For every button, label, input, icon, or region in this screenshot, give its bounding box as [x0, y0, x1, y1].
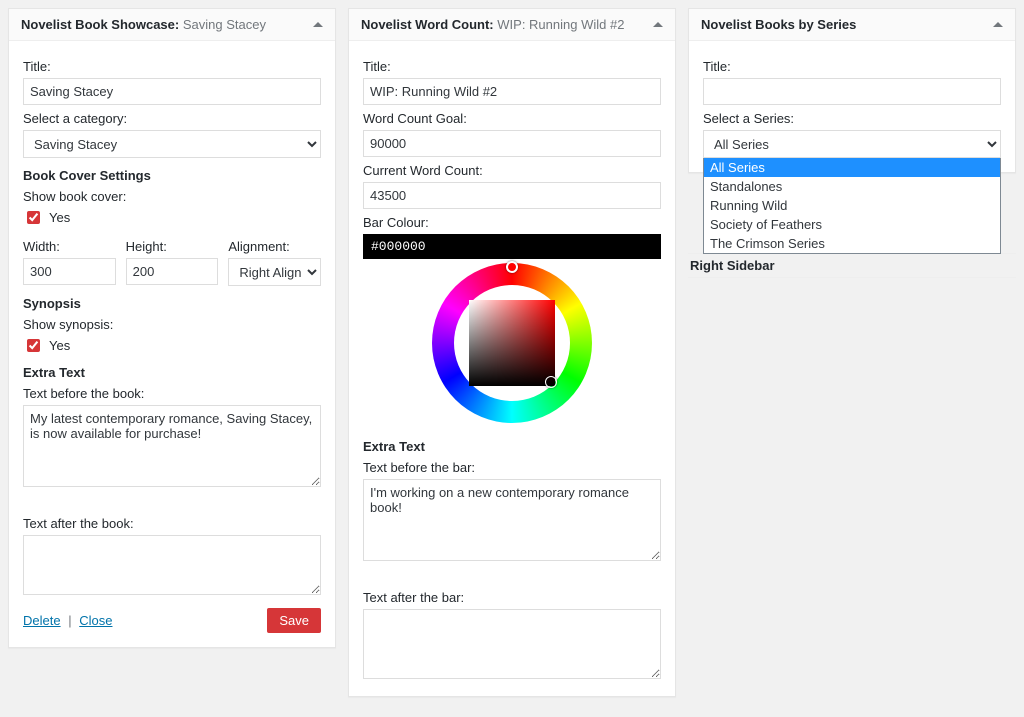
bar-colour-value[interactable]: #000000 — [363, 234, 661, 259]
collapse-icon[interactable] — [313, 22, 323, 27]
series-option[interactable]: Society of Feathers — [704, 215, 1000, 234]
category-select[interactable]: Saving Stacey — [23, 130, 321, 158]
current-input[interactable] — [363, 182, 661, 209]
delete-link[interactable]: Delete — [23, 613, 61, 628]
title-input[interactable] — [703, 78, 1001, 105]
width-label: Width: — [23, 239, 116, 254]
yes-label: Yes — [49, 210, 70, 225]
title-prefix: Novelist Book Showcase: — [21, 17, 179, 32]
alignment-label: Alignment: — [228, 239, 321, 254]
text-before-book-textarea[interactable] — [23, 405, 321, 487]
title-input[interactable] — [23, 78, 321, 105]
height-input[interactable] — [126, 258, 219, 285]
title-suffix: WIP: Running Wild #2 — [497, 17, 624, 32]
extra-text-heading: Extra Text — [23, 365, 321, 380]
text-before-bar-textarea[interactable] — [363, 479, 661, 561]
after-bar-label: Text after the bar: — [363, 590, 661, 605]
color-picker[interactable] — [363, 259, 661, 433]
sidebar-area-heading: Right Sidebar — [688, 253, 1016, 278]
widget-title: Novelist Books by Series — [701, 17, 856, 32]
title-label: Title: — [23, 59, 321, 74]
extra-text-heading: Extra Text — [363, 439, 661, 454]
text-after-book-textarea[interactable] — [23, 535, 321, 595]
cover-settings-heading: Book Cover Settings — [23, 168, 321, 183]
width-input[interactable] — [23, 258, 116, 285]
series-option[interactable]: The Crimson Series — [704, 234, 1000, 253]
show-cover-checkbox[interactable] — [27, 211, 40, 224]
widget-body: Title: Word Count Goal: Current Word Cou… — [349, 41, 675, 696]
show-synopsis-checkbox[interactable] — [27, 339, 40, 352]
after-label: Text after the book: — [23, 516, 321, 531]
close-link[interactable]: Close — [79, 613, 112, 628]
action-links: Delete | Close — [23, 613, 112, 628]
height-label: Height: — [126, 239, 219, 254]
separator: | — [68, 613, 71, 628]
show-cover-label: Show book cover: — [23, 189, 321, 204]
hue-wheel-icon[interactable] — [432, 263, 592, 423]
current-label: Current Word Count: — [363, 163, 661, 178]
save-button[interactable]: Save — [267, 608, 321, 633]
goal-label: Word Count Goal: — [363, 111, 661, 126]
title-input[interactable] — [363, 78, 661, 105]
collapse-icon[interactable] — [993, 22, 1003, 27]
series-select-wrap: All Series All Series Standalones Runnin… — [703, 130, 1001, 158]
synopsis-heading: Synopsis — [23, 296, 321, 311]
title-suffix: Saving Stacey — [183, 17, 266, 32]
title-label: Title: — [703, 59, 1001, 74]
series-dropdown-open[interactable]: All Series Standalones Running Wild Soci… — [703, 158, 1001, 254]
series-select[interactable]: All Series — [703, 130, 1001, 158]
series-option[interactable]: All Series — [704, 158, 1000, 177]
widget-body: Title: Select a Series: All Series All S… — [689, 41, 1015, 172]
goal-input[interactable] — [363, 130, 661, 157]
before-label: Text before the book: — [23, 386, 321, 401]
sv-handle[interactable] — [545, 376, 557, 388]
show-synopsis-label: Show synopsis: — [23, 317, 321, 332]
title-label: Title: — [363, 59, 661, 74]
hue-handle[interactable] — [506, 261, 518, 273]
yes-label-2: Yes — [49, 338, 70, 353]
title-prefix: Novelist Word Count: — [361, 17, 494, 32]
widget-word-count: Novelist Word Count: WIP: Running Wild #… — [348, 8, 676, 697]
widget-header[interactable]: Novelist Book Showcase: Saving Stacey — [9, 9, 335, 41]
widget-title: Novelist Book Showcase: Saving Stacey — [21, 17, 266, 32]
saturation-value-box[interactable] — [469, 300, 555, 386]
widget-header[interactable]: Novelist Word Count: WIP: Running Wild #… — [349, 9, 675, 41]
bar-colour-label: Bar Colour: — [363, 215, 661, 230]
series-option[interactable]: Running Wild — [704, 196, 1000, 215]
text-after-bar-textarea[interactable] — [363, 609, 661, 679]
alignment-select[interactable]: Right Aligned — [228, 258, 321, 286]
select-series-label: Select a Series: — [703, 111, 1001, 126]
widget-books-by-series: Novelist Books by Series Title: Select a… — [688, 8, 1016, 173]
collapse-icon[interactable] — [653, 22, 663, 27]
widget-book-showcase: Novelist Book Showcase: Saving Stacey Ti… — [8, 8, 336, 648]
series-option[interactable]: Standalones — [704, 177, 1000, 196]
widget-header[interactable]: Novelist Books by Series — [689, 9, 1015, 41]
widget-body: Title: Select a category: Saving Stacey … — [9, 41, 335, 647]
category-label: Select a category: — [23, 111, 321, 126]
before-bar-label: Text before the bar: — [363, 460, 661, 475]
widget-title: Novelist Word Count: WIP: Running Wild #… — [361, 17, 624, 32]
